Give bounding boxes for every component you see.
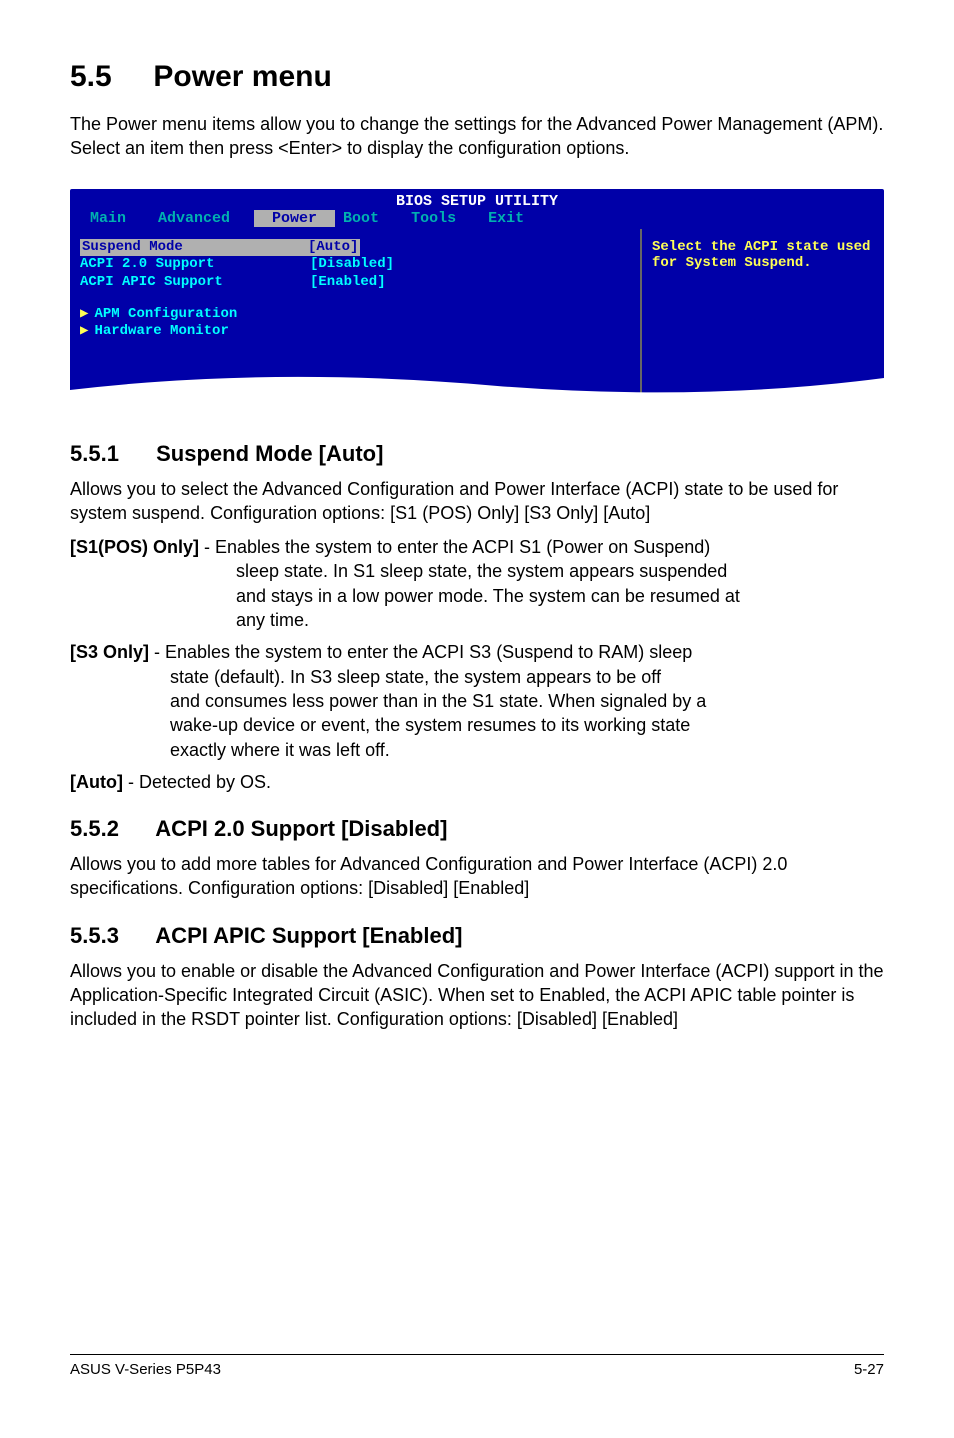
subsection-5-5-2-para: Allows you to add more tables for Advanc… [70, 852, 884, 901]
subsection-number: 5.5.1 [70, 441, 150, 467]
option-text: any time. [70, 608, 884, 632]
option-text: sleep state. In S1 sleep state, the syst… [70, 559, 884, 583]
option-text: and consumes less power than in the S1 s… [70, 689, 884, 713]
option-text: exactly where it was left off. [70, 738, 884, 762]
bios-row-acpiapic[interactable]: ACPI APIC Support [Enabled] [80, 274, 632, 292]
bios-tab-main[interactable]: Main [82, 210, 150, 227]
option-text: wake-up device or event, the system resu… [70, 713, 884, 737]
subsection-title: ACPI 2.0 Support [Disabled] [155, 816, 447, 841]
option-label: [S1(POS) Only] [70, 537, 199, 557]
section-title: 5.5 Power menu [70, 60, 884, 94]
intro-paragraph: The Power menu items allow you to change… [70, 112, 884, 161]
bios-left-panel: Suspend Mode [Auto] ACPI 2.0 Support [Di… [72, 229, 642, 399]
bios-screenshot: BIOS SETUP UTILITY Main Advanced Power B… [70, 189, 884, 401]
subsection-5-5-1-heading: 5.5.1 Suspend Mode [Auto] [70, 441, 884, 467]
option-text: - Enables the system to enter the ACPI S… [199, 537, 710, 557]
arrow-icon: ▶ [80, 323, 88, 339]
bios-sub-apm[interactable]: ▶ APM Configuration [80, 305, 632, 322]
option-text: and stays in a low power mode. The syste… [70, 584, 884, 608]
bios-label: ACPI 2.0 Support [80, 256, 310, 274]
section-name: Power menu [153, 60, 331, 93]
bios-help-panel: Select the ACPI state used for System Su… [642, 229, 882, 399]
subsection-number: 5.5.3 [70, 923, 150, 949]
subsection-5-5-2-heading: 5.5.2 ACPI 2.0 Support [Disabled] [70, 816, 884, 842]
subsection-5-5-3-heading: 5.5.3 ACPI APIC Support [Enabled] [70, 923, 884, 949]
bios-tab-advanced[interactable]: Advanced [150, 210, 254, 227]
subsection-title: ACPI APIC Support [Enabled] [155, 923, 462, 948]
bios-value: [Auto] [306, 239, 360, 257]
bios-subitem-label: APM Configuration [94, 306, 237, 322]
bios-menubar: Main Advanced Power Boot Tools Exit [72, 210, 882, 229]
bios-subitem-label: Hardware Monitor [94, 323, 228, 339]
option-auto: [Auto] - Detected by OS. [70, 770, 884, 794]
bios-tab-power[interactable]: Power [254, 210, 335, 227]
option-s1pos: [S1(POS) Only] - Enables the system to e… [70, 535, 884, 632]
option-text: - Detected by OS. [123, 772, 271, 792]
bios-row-suspend-mode[interactable]: Suspend Mode [Auto] [80, 239, 632, 257]
bios-title: BIOS SETUP UTILITY [72, 191, 882, 210]
subsection-5-5-1-para: Allows you to select the Advanced Config… [70, 477, 884, 526]
bios-tab-boot[interactable]: Boot [335, 210, 403, 227]
option-s3only: [S3 Only] - Enables the system to enter … [70, 640, 884, 761]
bios-value: [Disabled] [310, 256, 394, 274]
page-footer: ASUS V-Series P5P43 5-27 [70, 1354, 884, 1378]
bios-label: Suspend Mode [80, 239, 306, 257]
subsection-title: Suspend Mode [Auto] [156, 441, 383, 466]
option-label: [S3 Only] [70, 642, 149, 662]
bios-value: [Enabled] [310, 274, 386, 292]
arrow-icon: ▶ [80, 306, 88, 322]
bios-tab-tools[interactable]: Tools [403, 210, 480, 227]
subsection-5-5-3-para: Allows you to enable or disable the Adva… [70, 959, 884, 1032]
bios-sub-hw[interactable]: ▶ Hardware Monitor [80, 322, 632, 339]
option-text: - Enables the system to enter the ACPI S… [149, 642, 692, 662]
footer-page-number: 5-27 [854, 1361, 884, 1378]
bios-tab-exit[interactable]: Exit [480, 210, 548, 227]
option-text: state (default). In S3 sleep state, the … [70, 665, 884, 689]
option-label: [Auto] [70, 772, 123, 792]
bios-row-acpi20[interactable]: ACPI 2.0 Support [Disabled] [80, 256, 632, 274]
subsection-number: 5.5.2 [70, 816, 150, 842]
section-number: 5.5 [70, 60, 112, 93]
bios-label: ACPI APIC Support [80, 274, 310, 292]
footer-left: ASUS V-Series P5P43 [70, 1361, 221, 1378]
